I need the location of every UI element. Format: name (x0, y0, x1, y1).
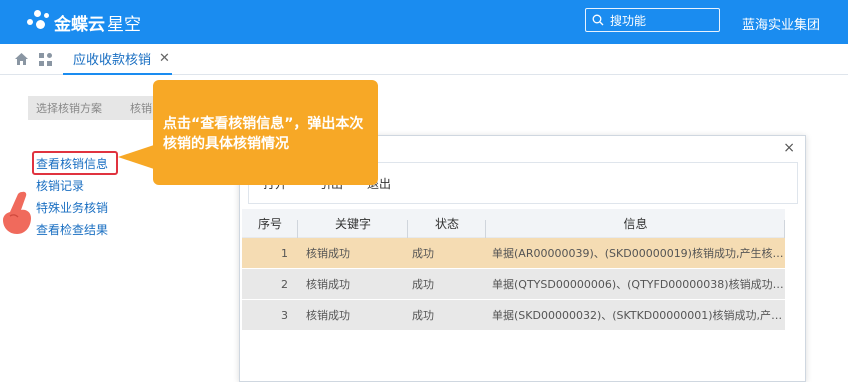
column-label: 信息 (623, 216, 648, 231)
row-status: 成功 (412, 278, 434, 291)
callout-pointer (118, 145, 154, 169)
logo-main-text: 金蝶云 (54, 14, 105, 35)
top-header: 金蝶云 星空 搜功能 蓝海实业集团 (0, 0, 848, 44)
tutorial-callout: 点击“查看核销信息”，弹出本次核销的具体核销情况 (153, 80, 378, 185)
column-label: 序号 (257, 216, 282, 231)
column-header[interactable]: 信息 (486, 215, 785, 238)
row-number: 1 (281, 246, 288, 260)
table-row[interactable]: 1 核销成功 成功 单据(AR00000039)、(SKD00000019)核销… (242, 238, 785, 269)
link-writeoff-records[interactable]: 核销记录 (36, 175, 108, 197)
search-input[interactable]: 搜功能 (585, 8, 720, 32)
grid-header: 序号 关键字 状态 信息 (242, 209, 785, 238)
home-icon[interactable] (14, 52, 29, 69)
column-label: 状态 (434, 216, 459, 231)
table-row[interactable]: 3 核销成功 成功 单据(SKD00000032)、(SKTKD00000001… (242, 300, 785, 331)
apps-icon[interactable] (38, 52, 53, 70)
callout-text: 点击“查看核销信息”，弹出本次核销的具体核销情况 (163, 116, 364, 152)
step-select-scheme[interactable]: 选择核销方案 (28, 96, 124, 120)
link-view-writeoff-info[interactable]: 查看核销信息 (36, 153, 108, 175)
search-placeholder: 搜功能 (610, 13, 647, 28)
logo-sub-text: 星空 (107, 14, 141, 35)
row-info: 单据(AR00000039)、(SKD00000019)核销成功,产生核销... (492, 247, 785, 260)
row-status: 成功 (412, 309, 434, 322)
tab-bar: 应收收款核销 ✕ (0, 44, 848, 75)
table-row[interactable]: 2 核销成功 成功 单据(QTYSD00000006)、(QTYFD000000… (242, 269, 785, 300)
row-status: 成功 (412, 247, 434, 260)
row-key: 核销成功 (306, 309, 350, 322)
link-view-check-results[interactable]: 查看检查结果 (36, 219, 108, 241)
column-header[interactable]: 序号 (242, 215, 298, 238)
row-number: 3 (281, 308, 288, 322)
close-tab-icon[interactable]: ✕ (159, 51, 170, 66)
row-key: 核销成功 (306, 247, 350, 260)
link-special-writeoff[interactable]: 特殊业务核销 (36, 197, 108, 219)
column-header[interactable]: 状态 (408, 215, 486, 238)
row-info: 单据(SKD00000032)、(SKTKD00000001)核销成功,产生..… (492, 309, 785, 322)
app-logo[interactable]: 金蝶云 星空 (24, 6, 141, 38)
org-selector[interactable]: 蓝海实业集团 (742, 14, 820, 33)
action-link-list: 查看核销信息 核销记录 特殊业务核销 查看检查结果 (36, 153, 108, 241)
column-label: 关键字 (334, 216, 371, 231)
search-icon (586, 14, 610, 26)
row-info: 单据(QTYSD00000006)、(QTYFD00000038)核销成功,产.… (492, 278, 785, 291)
tab-label: 应收收款核销 (73, 53, 152, 68)
row-key: 核销成功 (306, 278, 350, 291)
column-header[interactable]: 关键字 (298, 215, 408, 238)
logo-dots-icon (24, 8, 52, 36)
row-number: 2 (281, 277, 288, 291)
tab-ar-writeoff[interactable]: 应收收款核销 ✕ (63, 44, 172, 75)
pointing-hand-icon (0, 190, 34, 239)
close-icon[interactable]: × (783, 140, 795, 156)
